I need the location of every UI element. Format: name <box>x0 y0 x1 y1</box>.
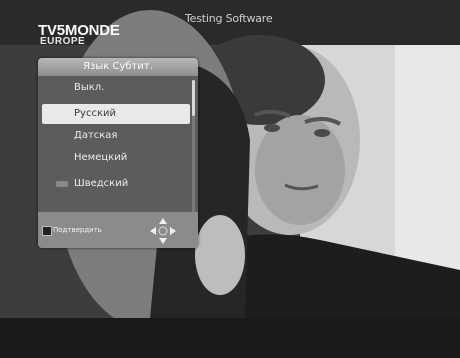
tv-screen: Testing Software TV5MONDE EUROPE Язык Су… <box>0 0 460 358</box>
menu-item-russian[interactable]: Русский <box>42 104 190 124</box>
menu-item-off[interactable]: Выкл. <box>42 78 190 98</box>
menu-item-label: Выкл. <box>74 82 105 93</box>
menu-item-label: Немецкий <box>74 152 128 163</box>
item-marker-icon <box>56 181 68 187</box>
scrollbar-thumb[interactable] <box>192 80 195 116</box>
confirm-label: Подтвердить <box>53 226 102 234</box>
ok-button-icon <box>42 226 52 236</box>
menu-title: Язык Субтит. <box>38 58 198 76</box>
navigation-arrows-icon <box>150 218 176 244</box>
menu-item-label: Шведский <box>74 178 129 189</box>
menu-item-label: Датская <box>74 130 118 141</box>
software-title: Testing Software <box>185 12 273 25</box>
language-list: Выкл. Русский Датская Немецкий Шведский <box>38 78 198 226</box>
bottom-bar <box>0 318 460 358</box>
subtitle-language-menu: Язык Субтит. Выкл. Русский Датская Немец… <box>38 58 198 248</box>
header-bar: Testing Software TV5MONDE EUROPE <box>0 0 460 47</box>
menu-footer: Подтвердить <box>38 212 198 248</box>
channel-logo-sub: EUROPE <box>40 36 86 47</box>
menu-item-german[interactable]: Немецкий <box>42 148 190 168</box>
menu-item-label: Русский <box>74 108 116 119</box>
menu-item-danish[interactable]: Датская <box>42 126 190 146</box>
menu-item-swedish[interactable]: Шведский <box>42 174 190 194</box>
